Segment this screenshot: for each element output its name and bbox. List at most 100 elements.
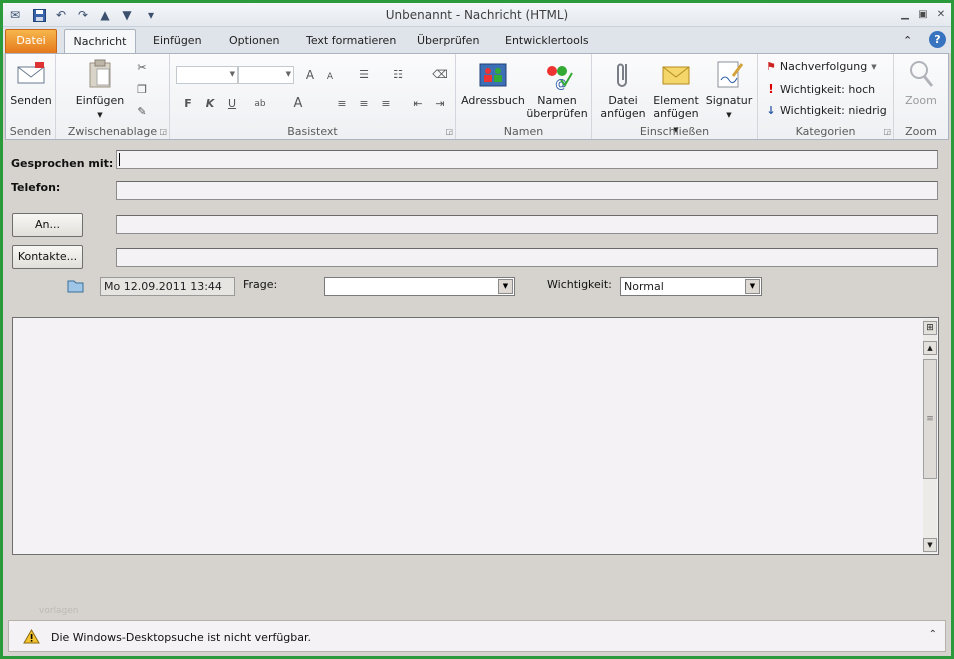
group-zoom: Zoom Zoom xyxy=(894,54,948,139)
shrink-font-icon[interactable]: A xyxy=(322,69,338,85)
contacts-field[interactable] xyxy=(116,248,938,267)
copy-icon[interactable]: ❐ xyxy=(134,82,150,98)
collapse-ribbon-icon[interactable]: ⌃ xyxy=(903,29,912,53)
question-dropdown-icon[interactable]: ▼ xyxy=(498,279,513,294)
address-book-icon xyxy=(477,58,509,90)
zoom-button[interactable]: Zoom xyxy=(898,58,944,107)
maximize-button[interactable]: ▣ xyxy=(915,7,931,21)
expand-status-icon[interactable]: ⌃ xyxy=(929,629,937,640)
attach-item-label-1: Element xyxy=(653,94,699,107)
attach-file-button[interactable]: Datei anfügen xyxy=(598,58,648,120)
font-color-icon[interactable]: A xyxy=(290,96,306,112)
tab-ueberpruefen[interactable]: Überprüfen xyxy=(409,29,487,53)
magnifier-icon xyxy=(905,58,937,90)
group-basistext: ▼ ▼ A A ☰ ☷ ⌫ F K U ab A ≡ ≡ ≡ ⇤ ⇥ Basis… xyxy=(170,54,456,139)
basistext-launcher-icon[interactable]: ◲ xyxy=(445,127,453,136)
underline-button[interactable]: U xyxy=(224,96,240,112)
group-kategorien: ⚑ Nachverfolgung ▼ ! Wichtigkeit: hoch ↓… xyxy=(758,54,894,139)
ribbon: Senden Senden Einfügen ▼ ✂ ❐ ✎ Zwischena… xyxy=(5,53,949,140)
group-label-kategorien: Kategorien xyxy=(795,125,856,138)
text-caret xyxy=(119,153,120,166)
send-button[interactable]: Senden xyxy=(10,58,52,107)
address-book-label: Adressbuch xyxy=(461,94,525,107)
bullets-icon[interactable]: ☰ xyxy=(356,67,372,83)
align-left-icon[interactable]: ≡ xyxy=(334,96,350,112)
vertical-scrollbar[interactable]: ⊞ ▲ ≡ ▼ xyxy=(923,319,937,553)
signature-button[interactable]: Signatur ▼ xyxy=(704,58,754,122)
tab-datei[interactable]: Datei xyxy=(5,29,57,53)
grow-font-icon[interactable]: A xyxy=(302,67,318,83)
importance-low-button[interactable]: ↓ Wichtigkeit: niedrig xyxy=(766,104,887,117)
address-book-button[interactable]: Adressbuch xyxy=(460,58,526,107)
importance-low-label: Wichtigkeit: niedrig xyxy=(780,104,887,117)
window-title: Unbenannt - Nachricht (HTML) xyxy=(385,8,569,22)
clear-formatting-icon[interactable]: ⌫ xyxy=(432,67,448,83)
question-select[interactable]: ▼ xyxy=(324,277,515,296)
exclamation-icon: ! xyxy=(768,82,774,96)
phone-label: Telefon: xyxy=(11,181,61,194)
attach-item-label-2: anfügen xyxy=(653,107,699,120)
minimize-button[interactable]: ▁ xyxy=(897,7,913,21)
clipboard-launcher-icon[interactable]: ◲ xyxy=(159,127,167,136)
align-center-icon[interactable]: ≡ xyxy=(356,96,372,112)
format-painter-icon[interactable]: ✎ xyxy=(134,104,150,120)
paste-button[interactable]: Einfügen ▼ xyxy=(74,58,126,122)
ruler-toggle-icon[interactable]: ⊞ xyxy=(923,321,937,335)
importance-select[interactable]: Normal ▼ xyxy=(620,277,762,296)
signature-icon xyxy=(713,58,745,90)
warning-icon xyxy=(23,628,40,647)
group-namen: Adressbuch @ Namen überprüfen Namen xyxy=(456,54,592,139)
attach-file-label-1: Datei xyxy=(608,94,638,107)
down-arrow-blue-icon: ↓ xyxy=(766,104,776,117)
paste-dropdown-icon[interactable]: ▼ xyxy=(97,111,102,119)
question-label: Frage: xyxy=(243,278,278,291)
close-button[interactable]: ✕ xyxy=(933,7,949,21)
scroll-down-button[interactable]: ▼ xyxy=(923,538,937,552)
send-icon xyxy=(15,58,47,90)
align-right-icon[interactable]: ≡ xyxy=(378,96,394,112)
check-names-button[interactable]: @ Namen überprüfen xyxy=(526,58,588,120)
tab-text-formatieren[interactable]: Text formatieren xyxy=(298,29,404,53)
scroll-thumb[interactable]: ≡ xyxy=(923,359,937,479)
italic-button[interactable]: K xyxy=(202,96,218,112)
help-icon[interactable]: ? xyxy=(929,31,946,48)
tab-optionen[interactable]: Optionen xyxy=(221,29,287,53)
importance-high-button[interactable]: ! Wichtigkeit: hoch xyxy=(766,82,875,96)
contacts-button[interactable]: Kontakte... xyxy=(12,245,83,269)
spoken-with-field[interactable] xyxy=(116,150,938,169)
signature-label: Signatur xyxy=(705,94,753,107)
follow-up-button[interactable]: ⚑ Nachverfolgung ▼ xyxy=(766,60,877,73)
cut-icon[interactable]: ✂ xyxy=(134,60,150,76)
spoken-with-label: Gesprochen mit: xyxy=(11,157,114,170)
kategorien-launcher-icon[interactable]: ◲ xyxy=(883,127,891,136)
check-names-icon: @ xyxy=(541,58,573,91)
date-field[interactable]: Mo 12.09.2011 13:44 xyxy=(100,277,235,296)
font-name-combo[interactable]: ▼ xyxy=(176,66,238,84)
tab-nachricht[interactable]: Nachricht xyxy=(64,29,136,53)
tab-entwicklertools[interactable]: Entwicklertools xyxy=(497,29,597,53)
envelope-icon xyxy=(660,58,692,90)
importance-dropdown-icon[interactable]: ▼ xyxy=(745,279,760,294)
status-bar: Die Windows-Desktopsuche ist nicht verfü… xyxy=(8,620,946,652)
tab-einfuegen[interactable]: Einfügen xyxy=(145,29,210,53)
group-einschliessen: Datei anfügen Element anfügen ▼ Signatur… xyxy=(592,54,758,139)
to-field[interactable] xyxy=(116,215,938,234)
signature-dropdown-icon[interactable]: ▼ xyxy=(726,111,731,119)
check-names-label-2: überprüfen xyxy=(526,107,588,120)
group-label-zoom: Zoom xyxy=(905,125,937,138)
group-label-basistext: Basistext xyxy=(287,125,338,138)
importance-high-label: Wichtigkeit: hoch xyxy=(780,82,876,96)
to-button[interactable]: An... xyxy=(12,213,83,237)
scroll-up-button[interactable]: ▲ xyxy=(923,341,937,355)
numbering-icon[interactable]: ☷ xyxy=(390,67,406,83)
follow-up-label: Nachverfolgung xyxy=(779,60,868,73)
phone-field[interactable] xyxy=(116,181,938,200)
font-size-combo[interactable]: ▼ xyxy=(238,66,294,84)
decrease-indent-icon[interactable]: ⇤ xyxy=(410,96,426,112)
increase-indent-icon[interactable]: ⇥ xyxy=(432,96,448,112)
message-body[interactable]: ⊞ ▲ ≡ ▼ xyxy=(12,317,939,555)
highlight-icon[interactable]: ab xyxy=(252,96,268,112)
importance-select-value: Normal xyxy=(624,280,664,293)
bold-button[interactable]: F xyxy=(180,96,196,112)
group-zwischenablage: Einfügen ▼ ✂ ❐ ✎ Zwischenablage ◲ xyxy=(56,54,170,139)
